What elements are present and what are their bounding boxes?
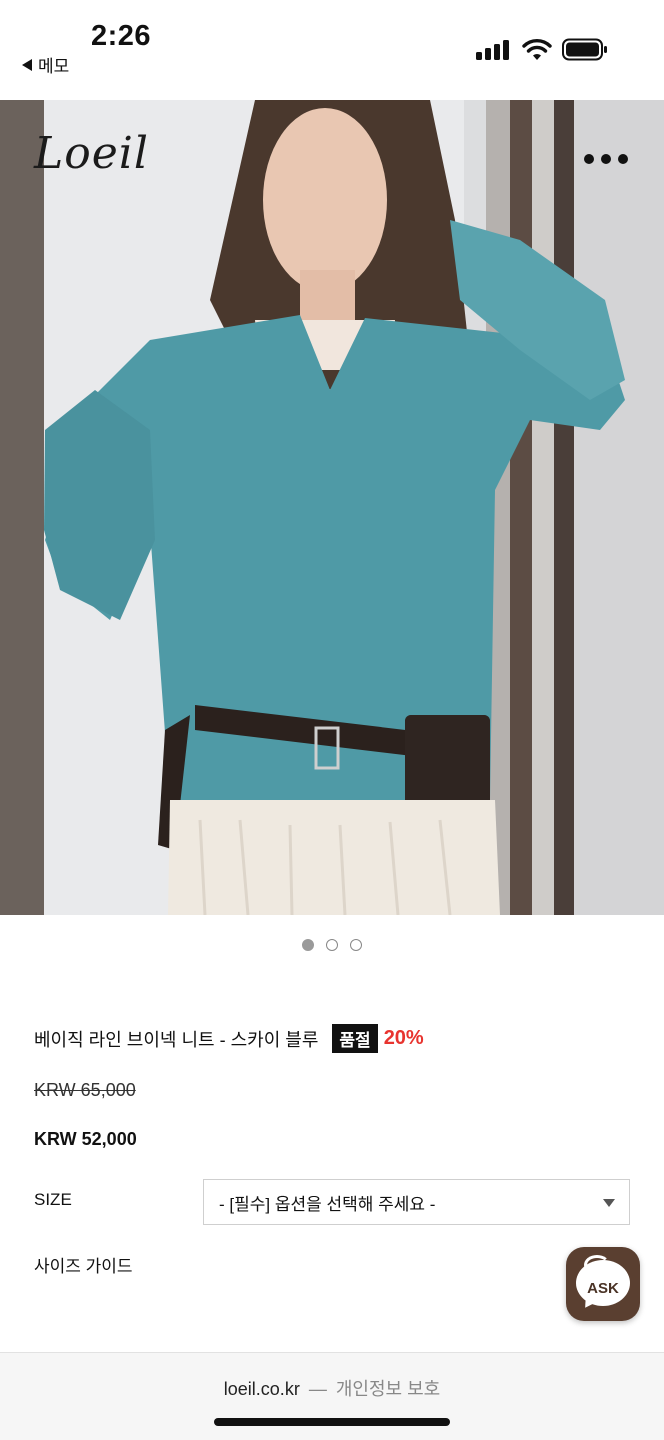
browser-footer: loeil.co.kr — 개인정보 보호 [0,1352,664,1440]
product-title: 베이직 라인 브이넥 니트 - 스카이 블루 [34,1029,319,1050]
status-time: 2:26 [91,20,152,52]
back-arrow-icon [22,58,32,71]
wifi-icon [522,39,552,60]
ellipsis-icon [584,154,594,164]
back-app-label: 메모 [38,57,70,76]
sale-price: KRW 52,000 [34,1129,137,1149]
product-image-carousel[interactable]: Loeil [0,100,664,915]
size-select[interactable]: - [필수] 옵션을 선택해 주세요 - [203,1179,630,1225]
carousel-dot-2[interactable] [326,939,338,951]
footer-domain[interactable]: loeil.co.kr [224,1379,300,1399]
original-price: KRW 65,000 [34,1080,136,1100]
privacy-link[interactable]: 개인정보 보호 [336,1379,440,1399]
carousel-dot-3[interactable] [350,939,362,951]
chevron-down-icon [603,1199,615,1207]
home-indicator[interactable] [214,1418,450,1426]
battery-icon [562,38,607,61]
size-select-value: - [필수] 옵션을 선택해 주세요 - [219,1194,436,1214]
ask-label: ASK [587,1280,619,1297]
carousel-pagination [302,939,362,951]
carousel-dot-1[interactable] [302,939,314,951]
footer-text: loeil.co.kr — 개인정보 보호 [0,1375,664,1401]
more-options-button[interactable] [584,150,634,168]
size-guide-link[interactable]: 사이즈 가이드 [34,1252,133,1277]
ellipsis-dot [601,154,611,164]
ask-chat-button[interactable]: ASK [566,1247,640,1321]
discount-rate: 20% [383,1027,424,1049]
brand-logo[interactable]: Loeil [34,128,149,179]
soldout-badge: 품절 [332,1024,378,1053]
cellular-signal-icon [476,40,510,60]
back-to-app-button[interactable]: 메모 [22,52,69,77]
product-title-row: 베이직 라인 브이넥 니트 - 스카이 블루 품절 20% [34,1024,424,1053]
footer-separator: — [308,1379,327,1399]
product-photo [0,100,664,915]
chat-bubble-swirl [584,1255,610,1275]
status-bar: 2:26 메모 [0,0,664,100]
ellipsis-dot [618,154,628,164]
size-label: SIZE [34,1190,72,1209]
